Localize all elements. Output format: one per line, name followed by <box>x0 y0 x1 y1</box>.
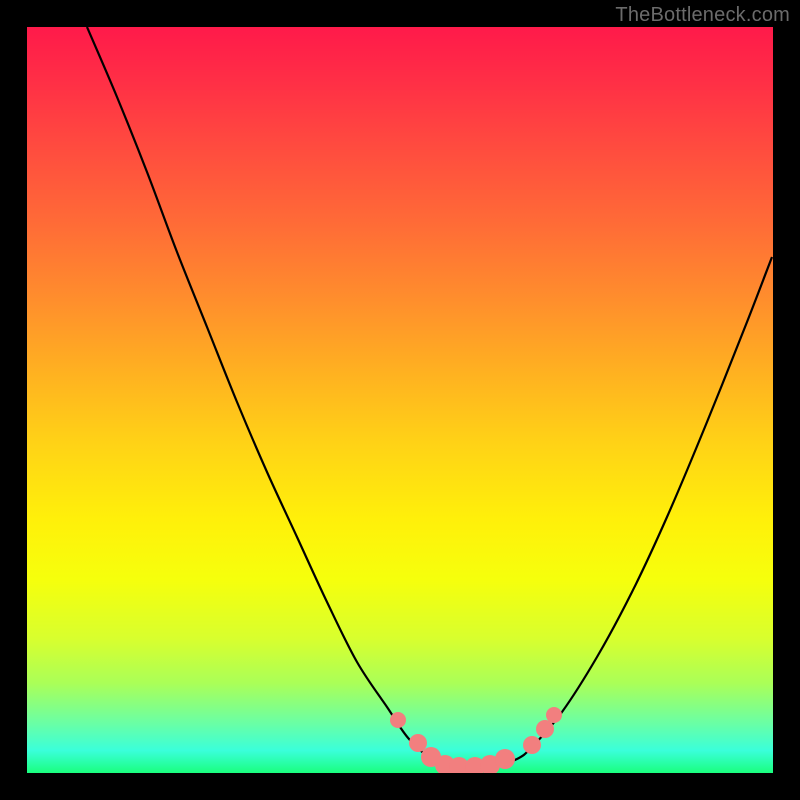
trough-point <box>421 747 441 767</box>
trough-point <box>465 757 485 773</box>
watermark-text: TheBottleneck.com <box>615 4 790 27</box>
trough-point <box>435 755 455 773</box>
trough-markers <box>390 707 562 773</box>
curve-layer <box>27 27 773 773</box>
trough-point <box>546 707 562 723</box>
trough-point <box>409 734 427 752</box>
bottleneck-curve <box>87 27 772 768</box>
chart-plot-area <box>27 27 773 773</box>
trough-point <box>449 757 469 773</box>
trough-point <box>480 755 500 773</box>
trough-point <box>536 720 554 738</box>
trough-point <box>495 749 515 769</box>
trough-point <box>390 712 406 728</box>
trough-point <box>523 736 541 754</box>
